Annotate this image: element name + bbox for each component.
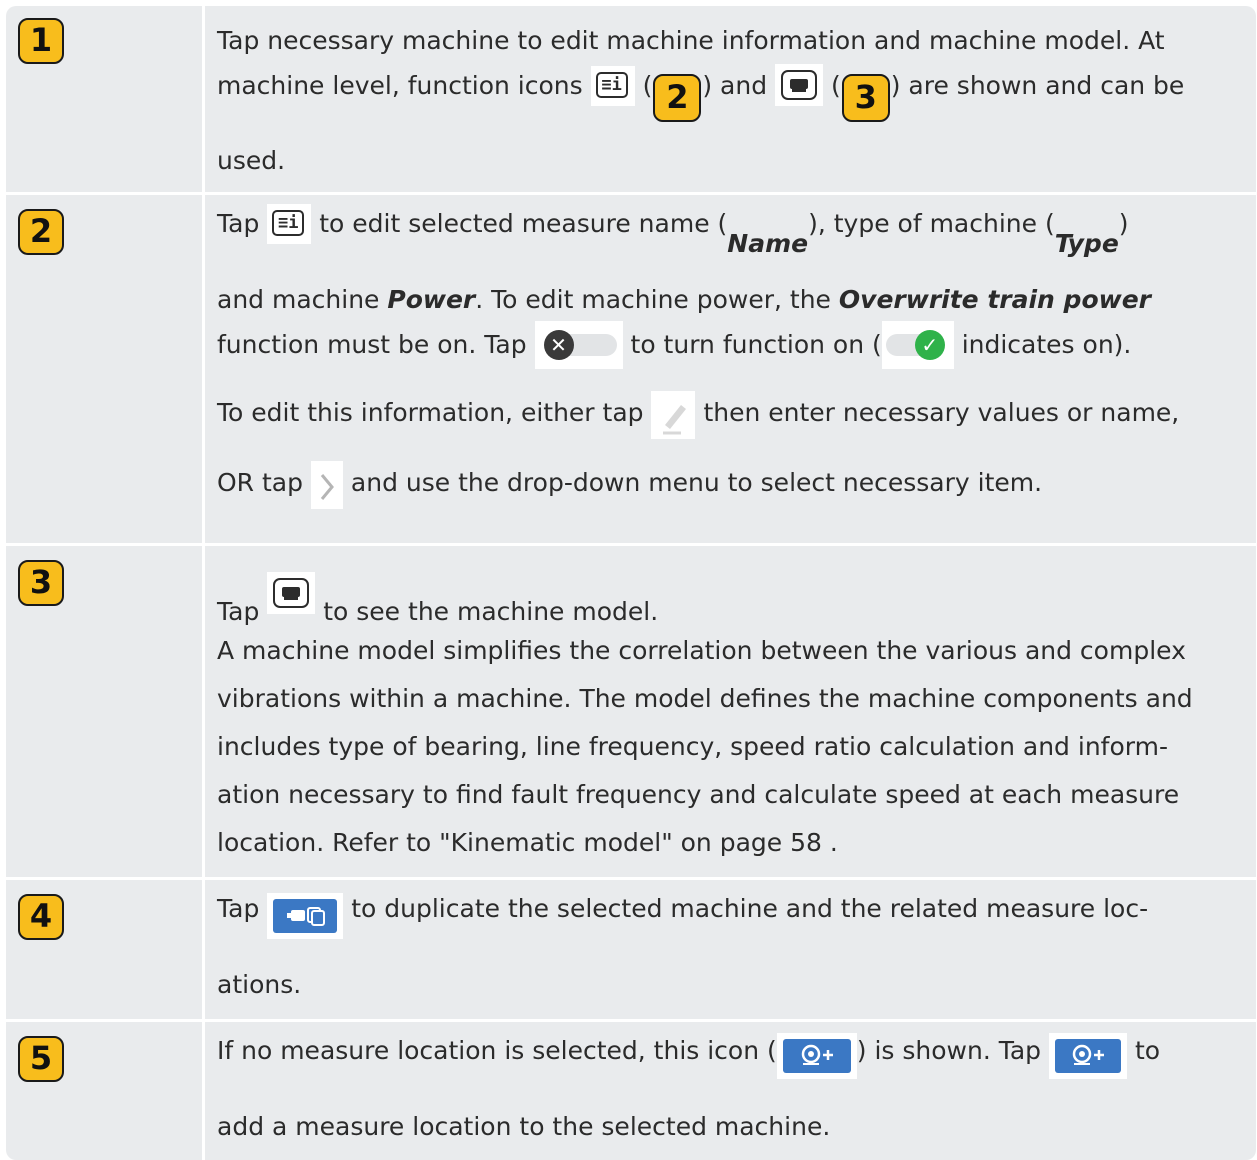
- text: and use the drop-down menu to select nec…: [350, 468, 1043, 497]
- text: To edit this information, either tap: [217, 398, 644, 427]
- step-badge: 4: [18, 894, 64, 940]
- text-line: Tap necessary machine to edit machine in…: [217, 20, 1165, 62]
- text: ) and: [702, 71, 768, 100]
- step-number-cell: 3: [6, 546, 205, 877]
- table-row: 5 If no measure location is selected, th…: [6, 1019, 1256, 1160]
- step-description: Tap to see the machine model. A machine …: [205, 546, 1256, 877]
- text: vibrations within a machine. The model d…: [217, 684, 1193, 713]
- table-row: 3 Tap to see the machine model. A machin…: [6, 543, 1256, 877]
- power-term: Power: [387, 285, 476, 314]
- machine-model-icon: [267, 572, 316, 614]
- text: machine level, function icons: [217, 71, 583, 100]
- text: (: [642, 71, 653, 100]
- step-badge: 2: [18, 209, 64, 255]
- overwrite-term: Overwrite train power: [838, 285, 1151, 314]
- text: to duplicate the selected machine and th…: [351, 894, 1149, 923]
- step-badge: 5: [18, 1036, 64, 1082]
- text-line: and machine Power. To edit machine power…: [217, 279, 1151, 321]
- table-row: 2 Tap ≡i to edit selected measure name (…: [6, 192, 1256, 543]
- text: to edit selected measure name (: [319, 209, 728, 238]
- table-row: 4 Tap to duplicate the selected machine …: [6, 877, 1256, 1019]
- text: location. Refer to "Kinematic model" on …: [217, 828, 838, 857]
- field-type-label: Type: [1054, 229, 1119, 258]
- text: and machine: [217, 285, 388, 314]
- step-description: Tap to duplicate the selected machine an…: [205, 880, 1256, 1019]
- text-line: used.: [217, 140, 285, 182]
- text-line: location. Refer to "Kinematic model" on …: [217, 822, 838, 864]
- text-line: vibrations within a machine. The model d…: [217, 678, 1193, 720]
- text: ) are shown and can be: [890, 71, 1185, 100]
- step-description: If no measure location is selected, this…: [205, 1022, 1256, 1160]
- step-description: Tap necessary machine to edit machine in…: [205, 6, 1256, 192]
- text: Tap: [217, 894, 260, 923]
- text-line: function must be on. Tap ✕ to turn funct…: [217, 321, 1131, 369]
- step-badge: 3: [18, 560, 64, 606]
- text: ) is shown. Tap: [856, 1036, 1042, 1065]
- chevron-right-icon: [310, 461, 343, 509]
- field-name-label: Name: [727, 229, 809, 258]
- text: Tap: [217, 597, 260, 626]
- text: then enter necessary values or name,: [703, 398, 1180, 427]
- text-line: OR tap and use the drop-down menu to sel…: [217, 461, 1042, 509]
- add-measure-location-icon: [1049, 1033, 1128, 1079]
- add-measure-location-icon: [776, 1033, 857, 1079]
- text: indicates on).: [961, 330, 1132, 359]
- text-line: ations.: [217, 964, 301, 1006]
- text: If no measure location is selected, this…: [217, 1036, 777, 1065]
- text-line: Tap ≡i to edit selected measure name (Na…: [217, 203, 1129, 265]
- instruction-table: 1 Tap necessary machine to edit machine …: [6, 6, 1256, 1160]
- text-line: If no measure location is selected, this…: [217, 1030, 1160, 1079]
- toggle-on-icon: ✓: [881, 321, 954, 369]
- text: add a measure location to the selected m…: [217, 1112, 831, 1141]
- text: includes type of bearing, line frequency…: [217, 732, 1168, 761]
- text: function must be on. Tap: [217, 330, 527, 359]
- step-description: Tap ≡i to edit selected measure name (Na…: [205, 195, 1256, 543]
- table-row: 1 Tap necessary machine to edit machine …: [6, 6, 1256, 192]
- text: to see the machine model.: [323, 597, 659, 626]
- machine-model-icon: [775, 64, 824, 106]
- text: used.: [217, 146, 286, 175]
- duplicate-machine-icon: [267, 893, 344, 939]
- text-line: Tap to duplicate the selected machine an…: [217, 888, 1148, 939]
- text: to: [1134, 1036, 1161, 1065]
- pencil-icon: [651, 391, 696, 439]
- machine-info-icon: ≡i: [267, 204, 312, 244]
- text-line: includes type of bearing, line frequency…: [217, 726, 1168, 768]
- step-number-cell: 5: [6, 1022, 205, 1160]
- text: ation necessary to find fault frequency …: [217, 780, 1180, 809]
- text: ): [1118, 209, 1129, 238]
- text: ), type of machine (: [808, 209, 1055, 238]
- text: Tap necessary machine to edit machine in…: [217, 26, 1165, 55]
- text: OR tap: [217, 468, 303, 497]
- text: to turn function on (: [630, 330, 882, 359]
- text-line: A machine model simplifies the correlati…: [217, 630, 1186, 672]
- step-badge-ref: 2: [653, 74, 702, 122]
- toggle-off-icon: ✕: [534, 321, 623, 369]
- text: . To edit machine power, the: [475, 285, 839, 314]
- text: ations.: [217, 970, 302, 999]
- text-line: To edit this information, either tap the…: [217, 391, 1179, 439]
- text-line: machine level, function icons ≡i (2) and…: [217, 64, 1184, 122]
- text-line: ation necessary to find fault frequency …: [217, 774, 1179, 816]
- step-badge-ref: 3: [841, 74, 890, 122]
- step-number-cell: 4: [6, 880, 205, 1019]
- text-line: Tap to see the machine model.: [217, 572, 658, 633]
- step-number-cell: 1: [6, 6, 205, 192]
- step-number-cell: 2: [6, 195, 205, 543]
- machine-info-icon: ≡i: [590, 66, 635, 106]
- text: (: [830, 71, 841, 100]
- step-badge: 1: [18, 18, 64, 64]
- text-line: add a measure location to the selected m…: [217, 1106, 830, 1148]
- text: Tap: [217, 209, 260, 238]
- text: A machine model simplifies the correlati…: [217, 636, 1186, 665]
